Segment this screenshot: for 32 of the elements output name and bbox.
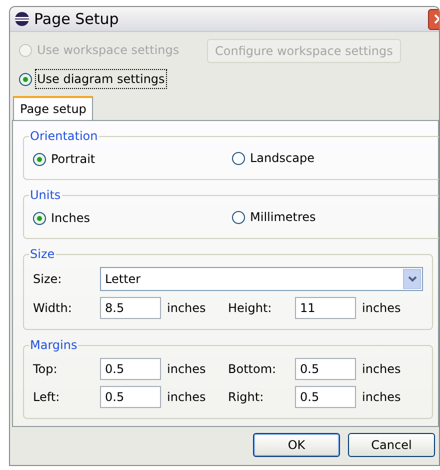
dialog-button[interactable]: Cancel [348,433,435,457]
dialog-button[interactable]: OK [253,433,340,457]
tab[interactable]: Page setup [13,96,94,120]
group-title: Orientation [29,128,99,145]
field-label: Height: [228,300,273,317]
text-field[interactable]: 0.5 [295,358,356,380]
text-field[interactable]: 0.5 [295,386,356,408]
unit-label: inches [362,361,402,378]
text-field[interactable]: 0.5 [100,386,161,408]
radio-button[interactable]: Inches [33,208,92,228]
unit-label: inches [362,300,402,317]
radio-button[interactable]: Portrait [33,149,98,170]
size-dropdown[interactable]: Letter [100,267,423,291]
field-label: Top: [33,361,58,378]
group-title: Margins [29,337,78,354]
window-title: Page Setup [34,8,119,30]
text-field[interactable]: 11 [295,297,356,319]
radio-button[interactable]: Millimetres [232,207,318,228]
group-title: Units [29,187,62,204]
text-field[interactable]: 0.5 [100,358,161,380]
group-title: Size [29,246,56,263]
unit-label: inches [167,389,207,406]
field-label: Bottom: [228,361,278,378]
field-label: Left: [33,389,61,406]
text-field[interactable]: 8.5 [100,297,161,319]
field-label: Size: [33,271,63,288]
field-label: Right: [228,389,265,406]
radio-button[interactable]: Landscape [232,148,316,168]
unit-label: inches [362,389,402,406]
unit-label: inches [167,361,207,378]
field-label: Width: [33,300,73,317]
unit-label: inches [167,300,207,317]
